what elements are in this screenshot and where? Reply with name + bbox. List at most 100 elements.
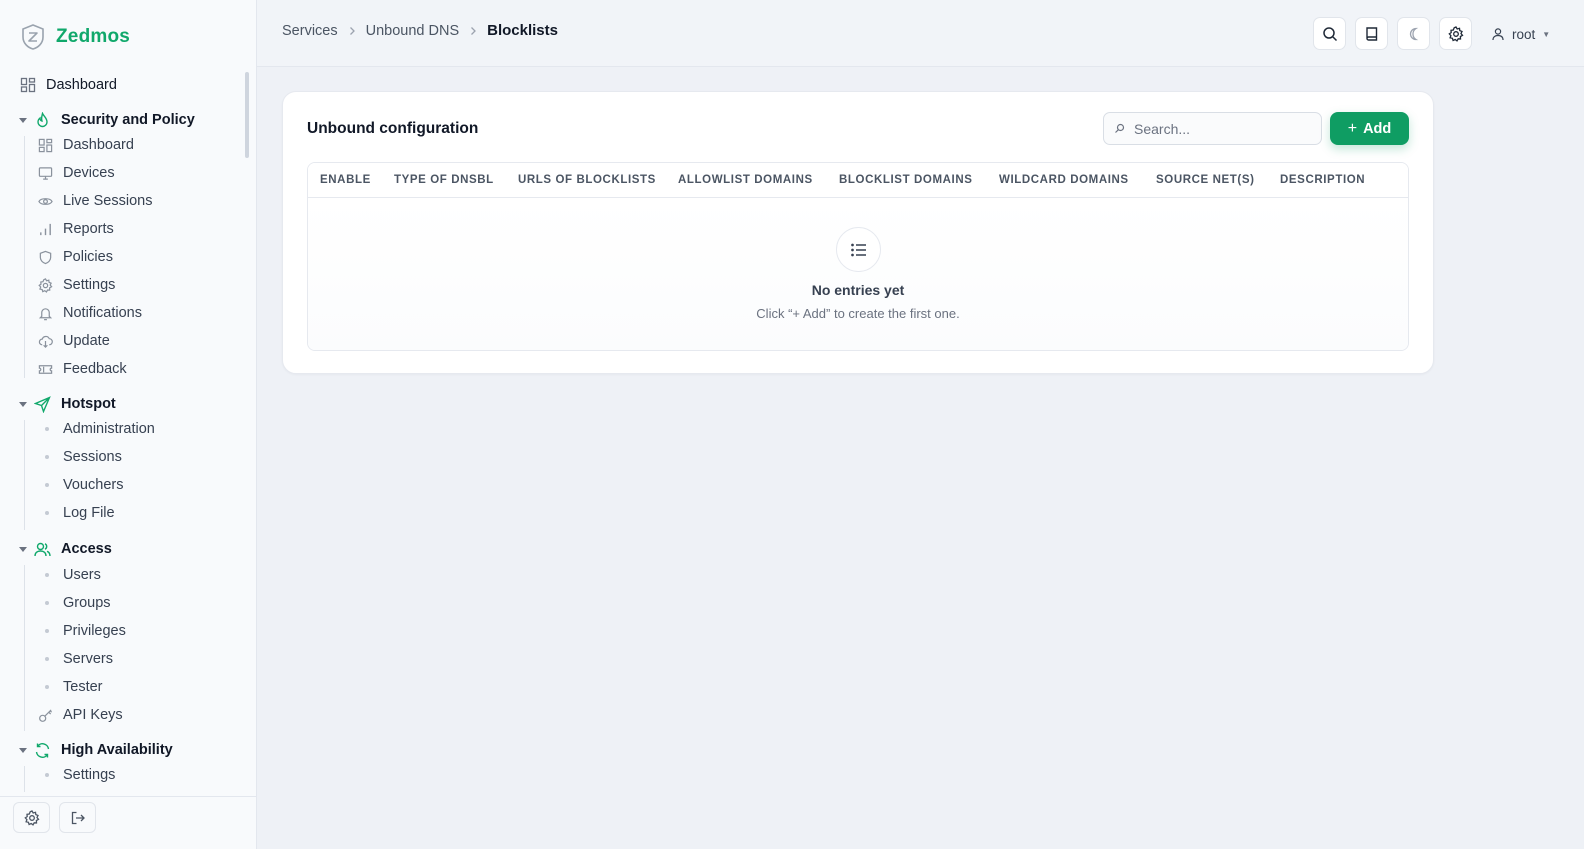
empty-state-subtitle: Click “+ Add” to create the first one. bbox=[756, 306, 960, 321]
caret-down-icon bbox=[19, 547, 27, 552]
sidebar-item-label: Update bbox=[63, 333, 110, 349]
gear-icon bbox=[38, 277, 53, 293]
search-icon bbox=[1322, 26, 1337, 41]
book-icon bbox=[1365, 26, 1377, 41]
column-header-source-nets[interactable]: SOURCE NET(S) bbox=[1156, 174, 1255, 186]
sidebar-item-vouchers[interactable]: Vouchers bbox=[38, 472, 123, 498]
monitor-icon bbox=[38, 166, 53, 180]
bullet-dot bbox=[45, 483, 49, 487]
breadcrumb: Services Unbound DNS Blocklists bbox=[282, 22, 558, 39]
sidebar-item-label: Policies bbox=[63, 249, 113, 265]
settings-button[interactable] bbox=[13, 802, 50, 833]
sidebar-nav: Dashboard Security and Policy Dashboard … bbox=[0, 68, 256, 792]
caret-down-icon: ▼ bbox=[1542, 29, 1551, 39]
theme-toggle-button[interactable] bbox=[1397, 17, 1430, 50]
ticket-icon bbox=[38, 364, 53, 374]
column-header-enable[interactable]: ENABLE bbox=[320, 174, 371, 186]
empty-state-icon-wrap bbox=[836, 227, 881, 272]
sidebar: Zedmos Dashboard Security and Policy Das… bbox=[0, 0, 257, 849]
bullet-dot bbox=[45, 511, 49, 515]
sidebar-item-label: API Keys bbox=[63, 707, 123, 723]
sidebar-item-label: Groups bbox=[63, 595, 111, 611]
sidebar-item-label: Devices bbox=[63, 165, 115, 181]
chevron-right-icon bbox=[349, 26, 355, 35]
sidebar-item-label: Administration bbox=[63, 421, 155, 437]
section-high-availability[interactable]: High Availability bbox=[18, 736, 173, 764]
docs-button[interactable] bbox=[1355, 17, 1388, 50]
refresh-icon bbox=[35, 742, 50, 758]
sidebar-item-privileges[interactable]: Privileges bbox=[38, 618, 126, 644]
sidebar-item-ha-settings[interactable]: Settings bbox=[38, 762, 115, 788]
column-header-allowlist[interactable]: ALLOWLIST DOMAINS bbox=[678, 174, 813, 186]
column-header-description[interactable]: DESCRIPTION bbox=[1280, 174, 1365, 186]
search-field[interactable] bbox=[1103, 112, 1322, 145]
sidebar-item-reports[interactable]: Reports bbox=[38, 216, 114, 242]
brand[interactable]: Zedmos bbox=[20, 22, 130, 52]
sidebar-item-sp-dashboard[interactable]: Dashboard bbox=[38, 132, 134, 158]
blocklists-table: ENABLE TYPE OF DNSBL URLS OF BLOCKLISTS … bbox=[307, 162, 1409, 351]
caret-down-icon bbox=[19, 402, 27, 407]
flame-icon bbox=[37, 111, 48, 127]
sidebar-item-users[interactable]: Users bbox=[38, 562, 101, 588]
sidebar-item-update[interactable]: Update bbox=[38, 328, 110, 354]
column-header-type[interactable]: TYPE OF DNSBL bbox=[394, 174, 494, 186]
sidebar-item-administration[interactable]: Administration bbox=[38, 416, 155, 442]
sidebar-item-label: Sessions bbox=[63, 449, 122, 465]
caret-down-icon bbox=[19, 118, 27, 123]
add-button-label: Add bbox=[1363, 120, 1392, 137]
shield-icon bbox=[39, 250, 52, 264]
sidebar-item-label: Tester bbox=[63, 679, 103, 695]
column-header-urls[interactable]: URLS OF BLOCKLISTS bbox=[518, 174, 656, 186]
user-menu[interactable]: root ▼ bbox=[1491, 24, 1550, 44]
logout-button[interactable] bbox=[59, 802, 96, 833]
gear-icon bbox=[23, 809, 39, 826]
sidebar-item-api-keys[interactable]: API Keys bbox=[38, 702, 123, 728]
bullet-dot bbox=[45, 657, 49, 661]
app-name: Zedmos bbox=[56, 26, 131, 47]
sidebar-item-dashboard[interactable]: Dashboard bbox=[20, 71, 117, 99]
add-button[interactable]: + Add bbox=[1330, 112, 1409, 145]
search-input[interactable] bbox=[1134, 120, 1314, 137]
sidebar-item-label: Privileges bbox=[63, 623, 126, 639]
section-divider-line bbox=[24, 565, 25, 731]
section-hotspot[interactable]: Hotspot bbox=[18, 390, 116, 418]
column-header-blocklist[interactable]: BLOCKLIST DOMAINS bbox=[839, 174, 973, 186]
sidebar-item-label: Reports bbox=[63, 221, 114, 237]
breadcrumb-services[interactable]: Services bbox=[282, 23, 338, 39]
bullet-dot bbox=[45, 573, 49, 577]
gear-icon bbox=[1447, 25, 1463, 42]
breadcrumb-unbound-dns[interactable]: Unbound DNS bbox=[366, 23, 460, 39]
sidebar-item-policies[interactable]: Policies bbox=[38, 244, 113, 270]
sidebar-item-live-sessions[interactable]: Live Sessions bbox=[38, 188, 152, 214]
sidebar-item-feedback[interactable]: Feedback bbox=[38, 356, 127, 382]
caret-down-icon bbox=[19, 748, 27, 753]
sidebar-item-label: Feedback bbox=[63, 361, 127, 377]
section-divider-line bbox=[24, 136, 25, 378]
sidebar-item-groups[interactable]: Groups bbox=[38, 590, 111, 616]
unbound-config-card: Unbound configuration + Add ENABLE TYPE … bbox=[282, 91, 1434, 374]
bullet-dot bbox=[45, 685, 49, 689]
search-button[interactable] bbox=[1313, 17, 1346, 50]
sidebar-item-servers[interactable]: Servers bbox=[38, 646, 113, 672]
logo-icon bbox=[22, 24, 44, 50]
sidebar-item-settings[interactable]: Settings bbox=[38, 272, 115, 298]
cloud-download-icon bbox=[38, 335, 53, 348]
sidebar-item-log-file[interactable]: Log File bbox=[38, 500, 115, 526]
sidebar-item-label: Log File bbox=[63, 505, 115, 521]
send-icon bbox=[34, 395, 51, 413]
user-icon bbox=[1492, 28, 1504, 41]
users-icon bbox=[34, 542, 51, 556]
section-security-and-policy[interactable]: Security and Policy bbox=[18, 106, 195, 134]
bell-icon bbox=[38, 307, 53, 320]
user-name: root bbox=[1512, 26, 1536, 42]
bullet-dot bbox=[45, 455, 49, 459]
sidebar-item-sessions[interactable]: Sessions bbox=[38, 444, 122, 470]
sidebar-item-devices[interactable]: Devices bbox=[38, 160, 115, 186]
section-access[interactable]: Access bbox=[18, 535, 112, 563]
section-title: High Availability bbox=[61, 742, 173, 758]
sidebar-item-notifications[interactable]: Notifications bbox=[38, 300, 142, 326]
sidebar-item-tester[interactable]: Tester bbox=[38, 674, 103, 700]
column-header-wildcard[interactable]: WILDCARD DOMAINS bbox=[999, 174, 1129, 186]
preferences-button[interactable] bbox=[1439, 17, 1472, 50]
section-title: Hotspot bbox=[61, 396, 116, 412]
